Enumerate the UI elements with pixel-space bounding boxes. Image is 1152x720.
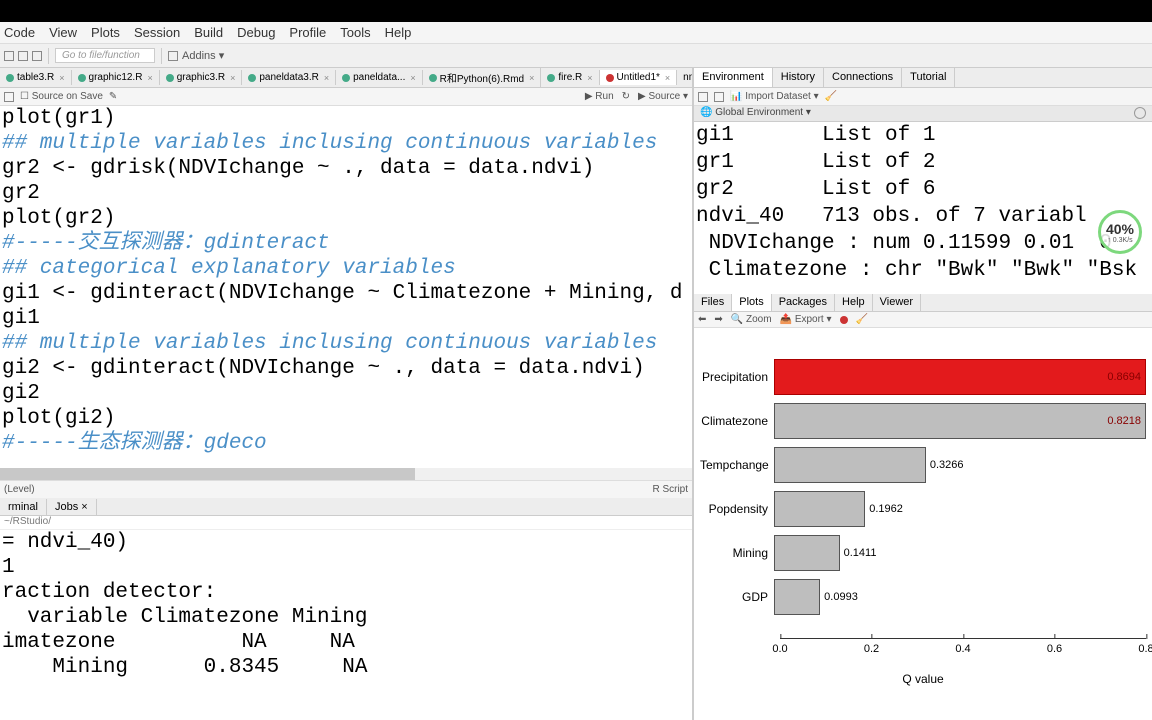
xtick: 0.6 — [1047, 639, 1062, 655]
menu-code[interactable]: Code — [4, 25, 35, 40]
tab-help2[interactable]: Help — [835, 294, 873, 311]
plot-xlabel: Q value — [700, 672, 1146, 686]
bar-value-precipitation: 0.8694 — [1107, 371, 1141, 383]
save-env-icon[interactable] — [714, 92, 724, 102]
wand-icon[interactable]: ✎ — [109, 91, 117, 102]
tab-environment[interactable]: Environment — [694, 68, 773, 87]
menu-view[interactable]: View — [49, 25, 77, 40]
back-icon[interactable] — [4, 92, 14, 102]
addins-dropdown[interactable]: Addins ▾ — [182, 49, 224, 62]
source-on-save-check[interactable]: ☐ Source on Save — [20, 91, 103, 102]
broom-icon[interactable]: 🧹 — [825, 91, 837, 102]
viewer-toolbar: ⬅ ➡ 🔍 Zoom 📤 Export ▾ 🧹 — [694, 312, 1152, 328]
menu-plots[interactable]: Plots — [91, 25, 120, 40]
tab-untitled1[interactable]: Untitled1*× — [600, 70, 678, 85]
code-editor[interactable]: plot(gr1)## multiple variables inclusing… — [0, 106, 692, 468]
tab-nm1[interactable]: nm1× — [677, 70, 692, 85]
tab-tutorial[interactable]: Tutorial — [902, 68, 955, 87]
titlebar — [0, 0, 1152, 22]
menu-help[interactable]: Help — [385, 25, 412, 40]
open-file-icon[interactable] — [18, 51, 28, 61]
editor-footer: (Level) R Script — [0, 480, 692, 498]
viewer-tabs: Files Plots Packages Help Viewer — [694, 294, 1152, 312]
bar-label-climatezone: Climatezone — [700, 414, 774, 428]
tab-jobs[interactable]: Jobs × — [47, 499, 97, 515]
tab-connections[interactable]: Connections — [824, 68, 902, 87]
bar-label-precipitation: Precipitation — [700, 370, 774, 384]
source-button[interactable]: ▶ Source ▾ — [638, 91, 688, 102]
editor-subtoolbar: ☐ Source on Save ✎ ▶ Run ↻ ▶ Source ▾ — [0, 88, 692, 106]
bar-value-gdp: 0.0993 — [824, 591, 858, 603]
tab-paneldata3[interactable]: paneldata3.R× — [242, 70, 336, 85]
rerun-icon[interactable]: ↻ — [622, 91, 630, 102]
menu-build[interactable]: Build — [194, 25, 223, 40]
console-tabs: rminal Jobs × — [0, 498, 692, 516]
tab-terminal[interactable]: rminal — [0, 499, 47, 515]
export-button[interactable]: 📤 Export ▾ — [780, 314, 832, 325]
run-button[interactable]: ▶ Run — [585, 91, 614, 102]
save-icon[interactable] — [32, 51, 42, 61]
tab-paneldata[interactable]: paneldata...× — [336, 70, 423, 85]
plot-next-icon[interactable]: ➡ — [714, 314, 722, 325]
tab-rpython[interactable]: R和Python(6).Rmd× — [423, 68, 542, 87]
env-tabs: Environment History Connections Tutorial — [694, 68, 1152, 88]
tab-packages[interactable]: Packages — [772, 294, 835, 311]
tab-fire[interactable]: fire.R× — [541, 70, 599, 85]
bar-popdensity — [774, 491, 865, 527]
import-dataset-button[interactable]: 📊 Import Dataset ▾ — [730, 91, 819, 102]
bar-value-tempchange: 0.3266 — [930, 459, 964, 471]
tab-history[interactable]: History — [773, 68, 824, 87]
remove-plot-icon[interactable] — [840, 316, 848, 324]
editor-hscroll[interactable] — [0, 468, 692, 480]
menu-profile[interactable]: Profile — [289, 25, 326, 40]
bar-tempchange — [774, 447, 926, 483]
env-toolbar: 📊 Import Dataset ▾ 🧹 — [694, 88, 1152, 106]
menubar: Code View Plots Session Build Debug Prof… — [0, 22, 1152, 44]
clear-plots-icon[interactable]: 🧹 — [856, 314, 868, 325]
bar-gdp — [774, 579, 820, 615]
bar-label-gdp: GDP — [700, 590, 774, 604]
menu-tools[interactable]: Tools — [340, 25, 370, 40]
bar-mining — [774, 535, 840, 571]
menu-session[interactable]: Session — [134, 25, 180, 40]
tab-plots[interactable]: Plots — [732, 294, 771, 311]
menu-debug[interactable]: Debug — [237, 25, 275, 40]
tab-files[interactable]: Files — [694, 294, 732, 311]
tab-graphic12[interactable]: graphic12.R× — [72, 70, 160, 85]
xtick: 0.8 — [1138, 639, 1152, 655]
tab-graphic3[interactable]: graphic3.R× — [160, 70, 243, 85]
tab-table3[interactable]: table3.R× — [0, 70, 72, 85]
search-icon[interactable] — [1134, 107, 1146, 119]
file-tabs: table3.R× graphic12.R× graphic3.R× panel… — [0, 68, 692, 88]
bar-value-mining: 0.1411 — [844, 547, 877, 559]
bar-value-climatezone: 0.8218 — [1107, 415, 1141, 427]
new-file-icon[interactable] — [4, 51, 14, 61]
main-toolbar: Go to file/function Addins ▾ — [0, 44, 1152, 68]
xtick: 0.4 — [955, 639, 970, 655]
console-path: ~/RStudio/ — [0, 516, 692, 530]
plot-prev-icon[interactable]: ⬅ — [698, 314, 706, 325]
bar-label-tempchange: Tempchange — [700, 458, 774, 472]
xtick: 0.2 — [864, 639, 879, 655]
bar-climatezone: 0.8218 — [774, 403, 1146, 439]
xtick: 0.0 — [772, 639, 787, 655]
bar-label-mining: Mining — [700, 546, 774, 560]
load-icon[interactable] — [698, 92, 708, 102]
bar-value-popdensity: 0.1962 — [869, 503, 903, 515]
goto-file-input[interactable]: Go to file/function — [55, 48, 155, 63]
editor-lang: R Script — [652, 484, 688, 495]
zoom-button[interactable]: 🔍 Zoom — [731, 314, 772, 325]
console-output[interactable]: = ndvi_40) 1 raction detector: variable … — [0, 530, 692, 720]
env-scope-header[interactable]: 🌐 Global Environment ▾ — [694, 106, 1152, 122]
env-variable-list[interactable]: gi1 List of 1 gr1 List of 2 gr2 List of … — [694, 122, 1152, 294]
editor-scope[interactable]: (Level) — [4, 484, 35, 495]
plot-area: Precipitation 0.8694 Climatezone 0.8218 Temp… — [694, 328, 1152, 720]
bar-label-popdensity: Popdensity — [700, 502, 774, 516]
grid-icon[interactable] — [168, 51, 178, 61]
bar-precipitation: 0.8694 — [774, 359, 1146, 395]
tab-viewer[interactable]: Viewer — [873, 294, 921, 311]
speed-overlay: 40% ↑ 0.3K/s — [1098, 210, 1142, 254]
